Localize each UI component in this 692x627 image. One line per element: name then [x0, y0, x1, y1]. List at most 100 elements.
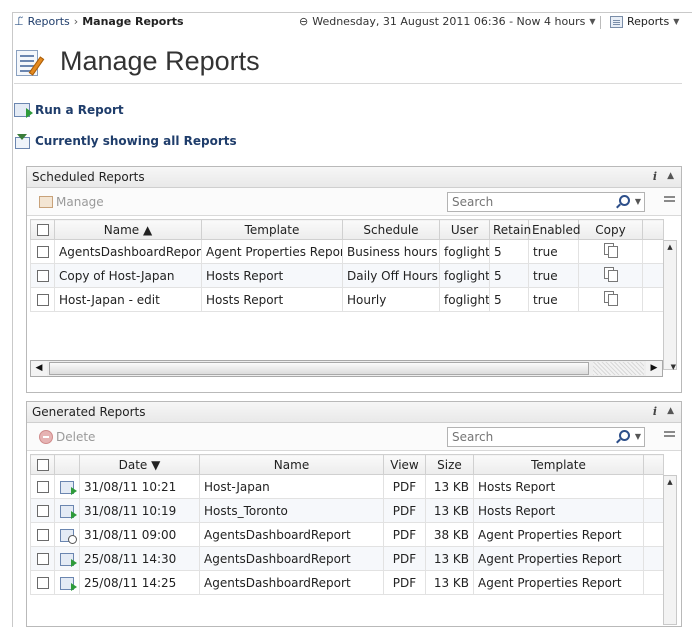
report-name[interactable]: Hosts_Toronto: [199, 498, 384, 523]
row-checkbox[interactable]: [36, 505, 49, 517]
view-pdf-link[interactable]: PDF: [383, 474, 426, 499]
divider: [600, 16, 601, 29]
report-size: 13 KB: [425, 498, 474, 523]
view-pdf-link[interactable]: PDF: [383, 498, 426, 523]
search-icon[interactable]: [619, 195, 630, 206]
column-chooser-icon[interactable]: [664, 431, 675, 441]
table-row[interactable]: 31/08/11 10:21 Host-Japan PDF 13 KB Host…: [30, 474, 664, 499]
info-icon[interactable]: i: [653, 405, 657, 418]
row-checkbox[interactable]: [36, 481, 49, 493]
column-header-date[interactable]: Date ▼: [79, 454, 200, 475]
manage-reports-icon: [14, 46, 48, 78]
generated-reports-header: Generated Reports i ▲: [27, 402, 681, 423]
report-name[interactable]: Host-Japan: [199, 474, 384, 499]
report-name[interactable]: AgentsDashboardReport: [199, 570, 384, 595]
breadcrumb-reports-link[interactable]: Reports: [28, 15, 70, 28]
chevron-down-icon[interactable]: ▼: [635, 197, 641, 206]
table-row[interactable]: 31/08/11 10:19 Hosts_Toronto PDF 13 KB H…: [30, 498, 664, 523]
scroll-up-icon[interactable]: ▲: [664, 476, 676, 488]
report-retain: 5: [489, 287, 529, 312]
column-header-schedule[interactable]: Schedule: [342, 219, 440, 240]
top-bar: ⊥̃ Reports › Manage Reports ⊖ Wednesday,…: [14, 15, 682, 35]
report-size: 13 KB: [425, 546, 474, 571]
report-name[interactable]: Host-Japan - edit: [54, 287, 202, 312]
column-chooser-icon[interactable]: [664, 196, 675, 206]
column-header-copy[interactable]: Copy: [578, 219, 643, 240]
column-header-size[interactable]: Size: [425, 454, 474, 475]
scroll-up-icon[interactable]: ▲: [664, 241, 676, 253]
collapse-icon[interactable]: ▲: [667, 171, 674, 181]
delete-button[interactable]: Delete: [39, 430, 95, 444]
select-all-checkbox[interactable]: [36, 459, 49, 471]
report-size: 13 KB: [425, 570, 474, 595]
select-all-cell[interactable]: [30, 454, 55, 475]
info-icon[interactable]: i: [653, 170, 657, 183]
row-checkbox[interactable]: [36, 553, 49, 565]
reports-menu[interactable]: Reports ▼: [610, 15, 679, 28]
table-row[interactable]: 31/08/11 09:00 AgentsDashboardReport PDF…: [30, 522, 664, 547]
horizontal-scrollbar[interactable]: ◀ ▶: [30, 360, 663, 377]
generated-reports-panel: Generated Reports i ▲ Delete ▼ Date ▼ Na…: [26, 401, 682, 627]
row-checkbox[interactable]: [36, 270, 49, 282]
vertical-scrollbar[interactable]: ▲: [663, 475, 677, 625]
column-header-retain[interactable]: Retain: [489, 219, 531, 240]
report-filter-label: Currently showing all Reports: [35, 134, 237, 148]
report-template: Hosts Report: [201, 263, 343, 288]
copy-icon[interactable]: [603, 267, 618, 282]
scroll-left-icon[interactable]: ◀: [31, 361, 47, 376]
report-name[interactable]: Copy of Host-Japan: [54, 263, 202, 288]
scrollbar-thumb[interactable]: [49, 362, 589, 375]
collapse-icon[interactable]: ▲: [667, 406, 674, 416]
report-size: 13 KB: [425, 474, 474, 499]
column-header-name[interactable]: Name ▲: [54, 219, 202, 240]
table-header-row: Date ▼ Name View Size Template: [30, 454, 664, 475]
column-header-template[interactable]: Template: [473, 454, 644, 475]
report-template: Agent Properties Report: [473, 522, 644, 547]
table-row[interactable]: AgentsDashboardReport Agent Properties R…: [30, 239, 664, 264]
column-header-template[interactable]: Template: [201, 219, 343, 240]
view-pdf-link[interactable]: PDF: [383, 522, 426, 547]
view-pdf-link[interactable]: PDF: [383, 546, 426, 571]
manage-button[interactable]: Manage: [39, 195, 104, 209]
report-run-icon: [60, 480, 77, 495]
table-row[interactable]: 25/08/11 14:25 AgentsDashboardReport PDF…: [30, 570, 664, 595]
report-template: Agent Properties Report: [473, 546, 644, 571]
column-header-user[interactable]: User: [439, 219, 490, 240]
row-checkbox[interactable]: [36, 529, 49, 541]
select-all-cell[interactable]: [30, 219, 55, 240]
row-checkbox[interactable]: [36, 577, 49, 589]
report-run-icon: [60, 504, 77, 519]
delete-icon: [39, 430, 53, 444]
row-checkbox[interactable]: [36, 246, 49, 258]
page-header: Manage Reports: [14, 40, 682, 84]
copy-icon[interactable]: [603, 243, 618, 258]
table-row[interactable]: 25/08/11 14:30 AgentsDashboardReport PDF…: [30, 546, 664, 571]
view-pdf-link[interactable]: PDF: [383, 570, 426, 595]
column-header-spacer: [643, 454, 664, 475]
search-icon[interactable]: [619, 430, 630, 441]
report-name[interactable]: AgentsDashboardReport: [199, 522, 384, 547]
report-name[interactable]: AgentsDashboardReport: [54, 239, 202, 264]
report-name[interactable]: AgentsDashboardReport: [199, 546, 384, 571]
table-row[interactable]: Host-Japan - edit Hosts Report Hourly fo…: [30, 287, 664, 312]
column-header-name[interactable]: Name: [199, 454, 384, 475]
vertical-scrollbar[interactable]: ▲: [663, 240, 677, 370]
column-header-view[interactable]: View: [383, 454, 426, 475]
scheduled-search-input[interactable]: [448, 193, 608, 211]
select-all-checkbox[interactable]: [36, 224, 49, 236]
scroll-down-icon[interactable]: ▼: [671, 363, 676, 371]
report-filter-link[interactable]: Currently showing all Reports: [14, 134, 237, 149]
table-row[interactable]: Copy of Host-Japan Hosts Report Daily Of…: [30, 263, 664, 288]
generated-search-input[interactable]: [448, 428, 608, 446]
generated-toolbar: Delete ▼: [27, 423, 681, 451]
chevron-down-icon[interactable]: ▼: [635, 432, 641, 441]
column-header-enabled[interactable]: Enabled: [528, 219, 581, 240]
scroll-right-icon[interactable]: ▶: [646, 361, 662, 376]
time-range-selector[interactable]: ⊖ Wednesday, 31 August 2011 06:36 - Now …: [299, 15, 596, 28]
table-header-row: Name ▲ Template Schedule User Retain Ena…: [30, 219, 664, 240]
row-checkbox[interactable]: [36, 294, 49, 306]
scrollbar-track[interactable]: [593, 362, 644, 375]
report-scheduled-icon: [60, 528, 77, 544]
copy-icon[interactable]: [603, 291, 618, 306]
run-report-link[interactable]: Run a Report: [14, 103, 124, 118]
